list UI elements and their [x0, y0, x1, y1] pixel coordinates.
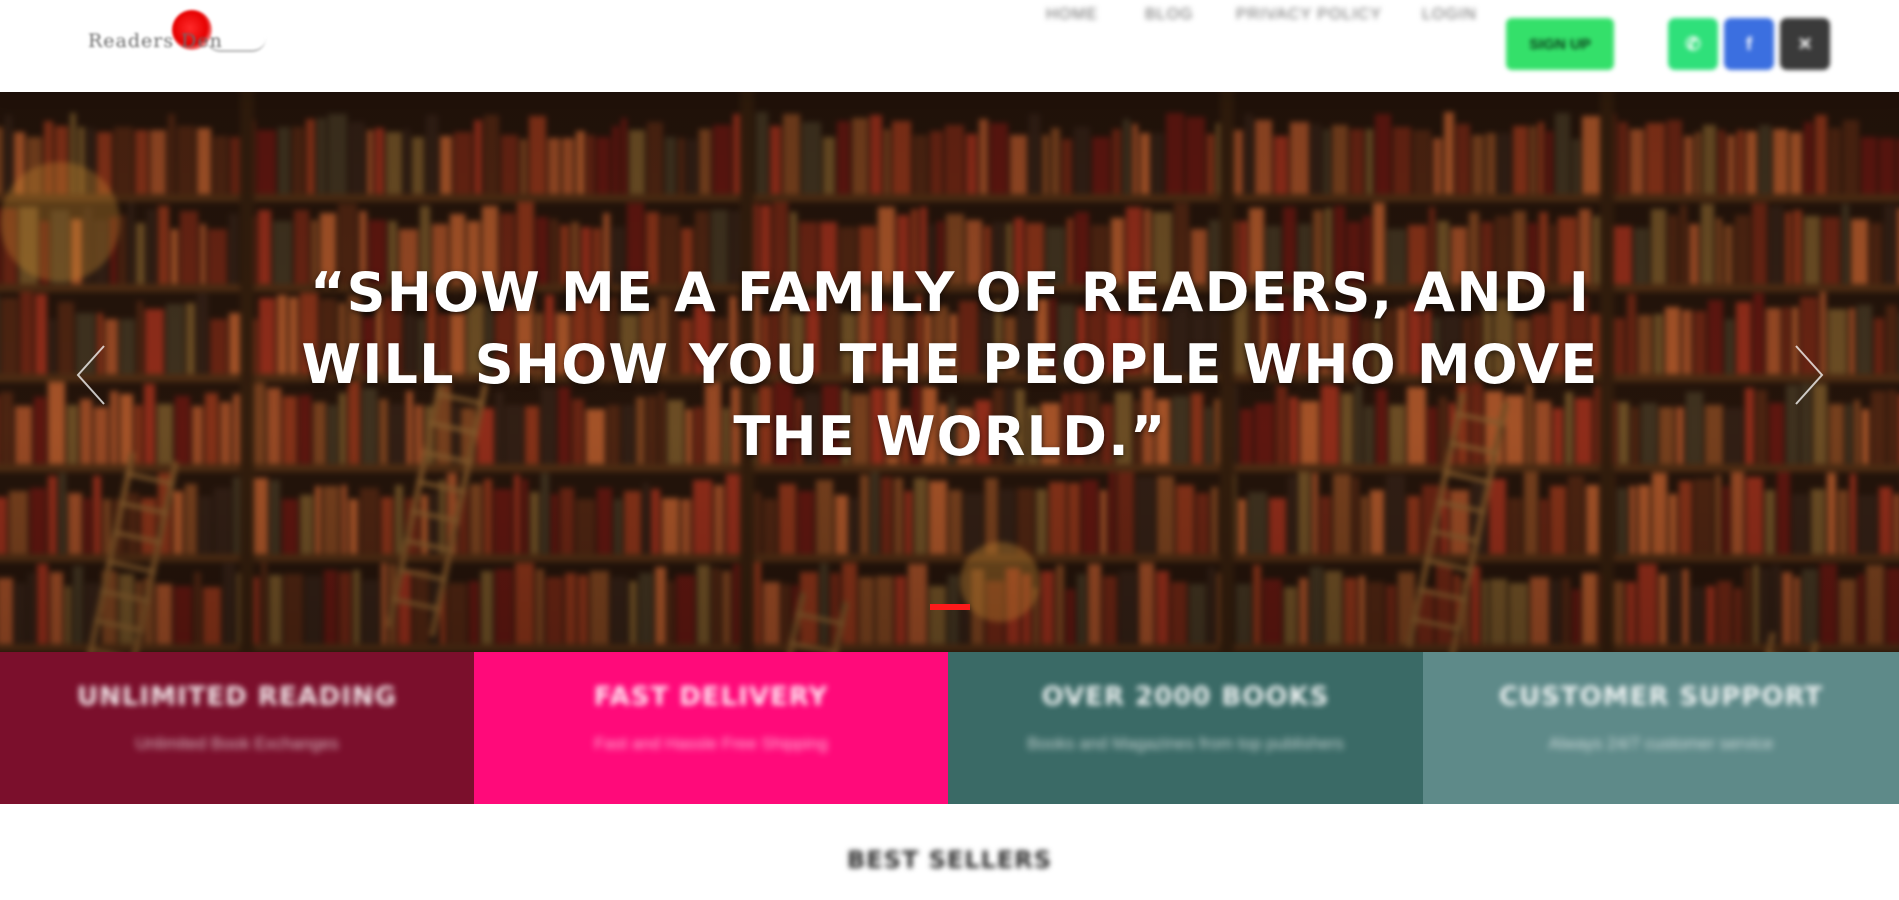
nav-login[interactable]: LOGIN — [1422, 0, 1477, 30]
slide-indicator-active[interactable] — [930, 604, 970, 610]
feature-subtitle: Books and Magazines from top publishers — [1027, 734, 1344, 753]
logo[interactable]: Readers Den — [86, 10, 276, 62]
hero-quote: “SHOW ME A FAMILY OF READERS, AND I WILL… — [301, 261, 1599, 468]
site-header: Readers Den HOME BLOG PRIVACY POLICY LOG… — [0, 0, 1899, 92]
feature-subtitle: Always 24/7 customer service — [1548, 734, 1774, 753]
feature-title: OVER 2000 BOOKS — [1041, 682, 1330, 712]
twitter-icon[interactable]: ✕ — [1780, 18, 1830, 70]
feature-subtitle: Unlimited Book Exchanges — [135, 734, 339, 753]
feature-subtitle: Fast and Hassle Free Shipping — [594, 734, 828, 753]
feature-over-2000-books: OVER 2000 BOOKS Books and Magazines from… — [948, 652, 1423, 804]
facebook-icon[interactable]: f — [1724, 18, 1774, 70]
sign-up-button[interactable]: SIGN UP — [1506, 18, 1614, 70]
chevron-right-icon — [1795, 345, 1824, 405]
feature-title: CUSTOMER SUPPORT — [1498, 682, 1824, 712]
hero-slider: “SHOW ME A FAMILY OF READERS, AND I WILL… — [0, 92, 1899, 652]
whatsapp-icon[interactable]: ✆ — [1668, 18, 1718, 70]
slider-next-button[interactable] — [1788, 340, 1828, 410]
nav-home[interactable]: HOME — [1046, 0, 1098, 30]
feature-title: FAST DELIVERY — [593, 682, 829, 712]
feature-unlimited-reading: UNLIMITED READING Unlimited Book Exchang… — [0, 652, 474, 804]
feature-fast-delivery: FAST DELIVERY Fast and Hassle Free Shipp… — [474, 652, 948, 804]
feature-title: UNLIMITED READING — [76, 682, 398, 712]
feature-customer-support: CUSTOMER SUPPORT Always 24/7 customer se… — [1423, 652, 1899, 804]
slider-prev-button[interactable] — [72, 340, 112, 410]
best-sellers-section: BEST SELLERS — [0, 804, 1899, 900]
nav-privacy-policy[interactable]: PRIVACY POLICY — [1236, 0, 1382, 30]
features-strip: UNLIMITED READING Unlimited Book Exchang… — [0, 652, 1899, 804]
best-sellers-title: BEST SELLERS — [846, 846, 1053, 874]
logo-text: Readers Den — [88, 30, 223, 52]
chevron-left-icon — [76, 345, 105, 405]
nav-blog[interactable]: BLOG — [1145, 0, 1193, 30]
